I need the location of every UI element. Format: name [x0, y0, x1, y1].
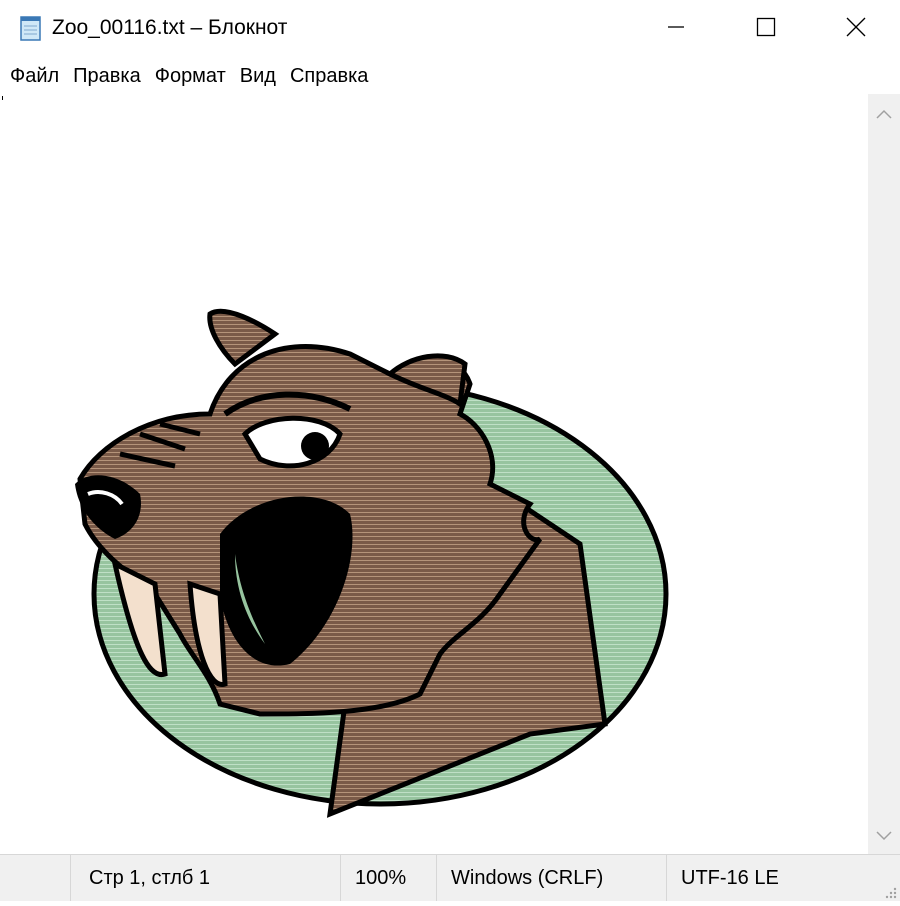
text-caret — [2, 96, 3, 100]
chevron-up-icon — [876, 106, 892, 124]
status-position-text: Стр 1, стлб 1 — [89, 866, 211, 889]
status-zoom-text: 100% — [355, 866, 407, 889]
menu-bar: Файл Правка Формат Вид Справка — [0, 58, 900, 94]
title-bar[interactable]: Zoo_00116.txt – Блокнот — [0, 0, 900, 58]
status-bar: Стр 1, стлб 1 100% Windows (CRLF) UTF-16… — [0, 854, 900, 901]
menu-format[interactable]: Формат — [149, 61, 232, 92]
close-button[interactable] — [810, 0, 900, 58]
maximize-icon — [756, 17, 776, 42]
beaver-ascii-art — [75, 308, 669, 818]
chevron-down-icon — [876, 828, 892, 846]
scroll-up-button[interactable] — [868, 98, 900, 132]
status-cursor-position: Стр 1, стлб 1 — [70, 855, 357, 901]
resize-grip-icon[interactable] — [882, 883, 898, 899]
menu-help[interactable]: Справка — [284, 61, 374, 92]
text-editor[interactable] — [0, 94, 868, 854]
vertical-scrollbar[interactable] — [868, 94, 900, 854]
status-line-endings: Windows (CRLF) — [436, 855, 679, 901]
window-title: Zoo_00116.txt – Блокнот — [52, 16, 288, 39]
close-icon — [846, 17, 866, 42]
notepad-icon — [18, 14, 44, 42]
menu-edit[interactable]: Правка — [67, 61, 147, 92]
menu-view[interactable]: Вид — [234, 61, 282, 92]
scroll-down-button[interactable] — [868, 820, 900, 854]
minimize-icon — [667, 18, 685, 41]
status-eol-text: Windows (CRLF) — [451, 866, 604, 889]
beaver-pupil — [301, 432, 329, 460]
minimize-button[interactable] — [630, 0, 722, 58]
maximize-button[interactable] — [720, 0, 812, 58]
menu-file[interactable]: Файл — [4, 61, 65, 92]
status-encoding-text: UTF-16 LE — [681, 866, 779, 889]
status-encoding: UTF-16 LE — [666, 855, 881, 901]
status-zoom: 100% — [340, 855, 449, 901]
